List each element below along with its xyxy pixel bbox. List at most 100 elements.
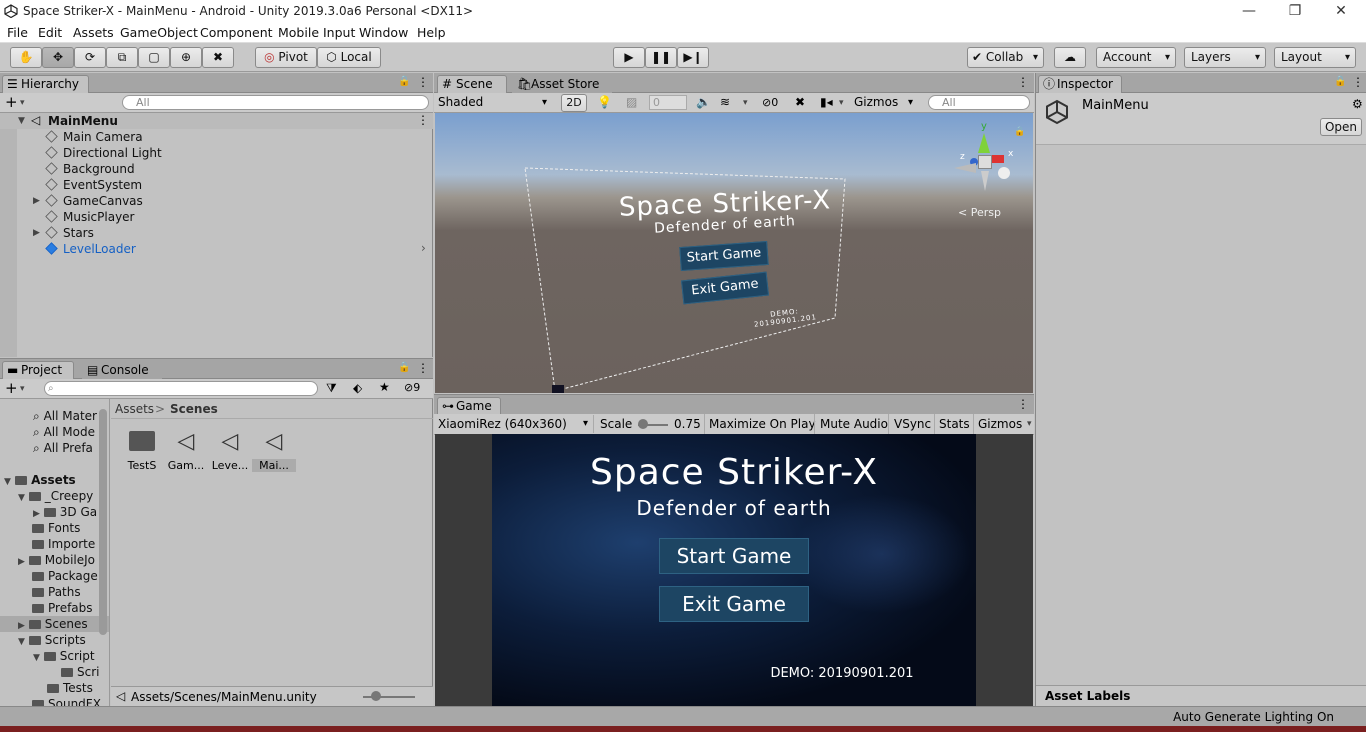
camera-dropdown-icon[interactable]: ▾: [839, 98, 844, 108]
gizmo-neg-z[interactable]: [954, 163, 976, 173]
breadcrumb-current[interactable]: Scenes: [170, 402, 218, 416]
create-plus-icon[interactable]: +: [5, 93, 18, 111]
lock-icon[interactable]: 🔒: [1334, 76, 1346, 87]
asset-item-selected[interactable]: ◁ Mai...: [252, 431, 296, 472]
menu-assets[interactable]: Assets: [73, 25, 114, 40]
play-button[interactable]: ▶: [613, 47, 645, 68]
scene-root-row[interactable]: ▼ ◁ MainMenu ⋮: [0, 113, 433, 129]
lock-icon[interactable]: 🔒: [398, 76, 410, 87]
transform-tool-button[interactable]: ⊕: [170, 47, 202, 68]
rotate-tool-button[interactable]: ⟳: [74, 47, 106, 68]
menu-component[interactable]: Component: [200, 25, 273, 40]
expand-arrow-icon[interactable]: ▼: [18, 637, 25, 647]
create-dropdown-icon[interactable]: ▾: [20, 98, 25, 108]
hierarchy-item[interactable]: Directional Light: [45, 145, 162, 161]
move-tool-button[interactable]: ✥: [42, 47, 74, 68]
tab-console[interactable]: ▤ Console: [82, 361, 162, 380]
minimize-button[interactable]: —: [1226, 0, 1272, 23]
kebab-menu-icon[interactable]: ⋮: [417, 361, 429, 375]
hierarchy-item-prefab[interactable]: LevelLoader: [45, 241, 136, 257]
asset-item[interactable]: TestS: [120, 431, 164, 472]
favorite-item[interactable]: ⌕ All Prefa: [33, 440, 93, 456]
camera-icon[interactable]: ▮◂: [820, 95, 833, 109]
mute-audio-toggle[interactable]: Mute Audio: [820, 417, 888, 431]
menu-edit[interactable]: Edit: [38, 25, 62, 40]
gizmos-dropdown-icon[interactable]: ▾: [1027, 419, 1032, 429]
collab-dropdown[interactable]: ✔ Collab: [967, 47, 1044, 68]
projection-toggle[interactable]: < Persp: [958, 206, 1001, 219]
asset-item[interactable]: ◁ Gam...: [164, 431, 208, 473]
chevron-right-icon[interactable]: ›: [421, 241, 426, 255]
kebab-menu-icon[interactable]: ⋮: [1352, 75, 1364, 89]
expand-arrow-icon[interactable]: ▼: [18, 116, 25, 126]
tools-icon[interactable]: ✖: [795, 95, 805, 109]
lock-icon[interactable]: 🔒: [398, 362, 410, 373]
local-toggle[interactable]: ⬡ Local: [317, 47, 381, 68]
scale-tool-button[interactable]: ⧉: [106, 47, 138, 68]
menu-window[interactable]: Window: [359, 25, 408, 40]
gear-icon[interactable]: ⚙: [1352, 97, 1363, 111]
resolution-dropdown[interactable]: XiaomiRez (640x360): [436, 415, 594, 433]
menu-gameobject[interactable]: GameObject: [120, 25, 198, 40]
scale-slider-thumb[interactable]: [638, 419, 648, 429]
exit-game-button[interactable]: Exit Game: [659, 586, 809, 622]
game-viewport[interactable]: Space Striker-X Defender of earth Start …: [435, 434, 1033, 706]
folder-item[interactable]: ▶ MobileJo: [18, 552, 95, 568]
hierarchy-item[interactable]: Stars: [45, 225, 94, 241]
pause-button[interactable]: ❚❚: [645, 47, 677, 68]
2d-toggle[interactable]: 2D: [561, 94, 587, 112]
game-render[interactable]: Space Striker-X Defender of earth Start …: [492, 434, 976, 706]
vsync-toggle[interactable]: VSync: [894, 417, 931, 431]
favorite-item[interactable]: ⌕ All Mater: [33, 408, 97, 424]
expand-arrow-icon[interactable]: ▶: [33, 509, 40, 519]
effects-icon[interactable]: ≋: [720, 95, 730, 109]
step-button[interactable]: ▶❙: [677, 47, 709, 68]
fx-icon[interactable]: ▨: [626, 95, 637, 109]
expand-arrow-icon[interactable]: ▶: [18, 621, 25, 631]
folder-item[interactable]: Importe: [32, 536, 95, 552]
gizmo-neg-x[interactable]: [998, 167, 1010, 179]
menu-file[interactable]: File: [7, 25, 28, 40]
tree-scrollbar[interactable]: [99, 409, 107, 635]
icon-size-slider-thumb[interactable]: [371, 691, 381, 701]
maximize-on-play-toggle[interactable]: Maximize On Play: [709, 417, 816, 431]
hidden-count[interactable]: ⊘9: [404, 381, 420, 394]
folder-item[interactable]: ▼ Script: [33, 648, 95, 664]
expand-arrow-icon[interactable]: ▼: [33, 653, 40, 663]
close-button[interactable]: ✕: [1318, 0, 1364, 23]
cloud-button[interactable]: ☁: [1054, 47, 1086, 68]
pivot-toggle[interactable]: ◎ Pivot: [255, 47, 317, 68]
project-search-input[interactable]: ⌕: [44, 381, 318, 396]
scene-menu-icon[interactable]: ⋮: [417, 113, 429, 127]
breadcrumb-root[interactable]: Assets: [115, 402, 154, 416]
stats-toggle[interactable]: Stats: [939, 417, 970, 431]
gizmo-x-arrow[interactable]: [992, 155, 1004, 163]
folder-item[interactable]: Paths: [32, 584, 81, 600]
scene-search-input[interactable]: All: [928, 95, 1030, 110]
tab-inspector[interactable]: ⓘ Inspector: [1038, 75, 1122, 94]
audio-icon[interactable]: 🔈: [696, 95, 711, 109]
menu-help[interactable]: Help: [417, 25, 446, 40]
rect-tool-button[interactable]: ▢: [138, 47, 170, 68]
effects-dropdown-icon[interactable]: ▾: [743, 98, 748, 108]
hierarchy-item[interactable]: MusicPlayer: [45, 209, 134, 225]
folder-item[interactable]: ▼ _Creepy: [18, 488, 93, 504]
layout-dropdown[interactable]: Layout: [1274, 47, 1356, 68]
hierarchy-item[interactable]: EventSystem: [45, 177, 142, 193]
shading-mode-dropdown[interactable]: Shaded: [436, 94, 552, 112]
asset-item[interactable]: ◁ Leve...: [208, 431, 252, 473]
create-dropdown-icon[interactable]: ▾: [20, 384, 25, 394]
restore-button[interactable]: ❐: [1272, 0, 1318, 23]
expand-arrow-icon[interactable]: ▼: [4, 477, 11, 487]
gizmo-neg-y[interactable]: [981, 171, 989, 191]
kebab-menu-icon[interactable]: ⋮: [417, 75, 429, 89]
folder-item[interactable]: Scri: [61, 664, 99, 680]
star-icon[interactable]: ★: [379, 380, 390, 394]
folder-item-selected[interactable]: ▶ Scenes: [18, 616, 88, 632]
kebab-menu-icon[interactable]: ⋮: [1017, 397, 1029, 411]
gizmo-center-cube[interactable]: [978, 155, 992, 169]
orientation-gizmo[interactable]: y z x 🔒: [950, 121, 1025, 201]
hidden-objects-toggle[interactable]: ⊘0: [762, 96, 778, 109]
gizmos-dropdown[interactable]: Gizmos: [852, 94, 918, 112]
folder-item[interactable]: Tests: [47, 680, 93, 696]
